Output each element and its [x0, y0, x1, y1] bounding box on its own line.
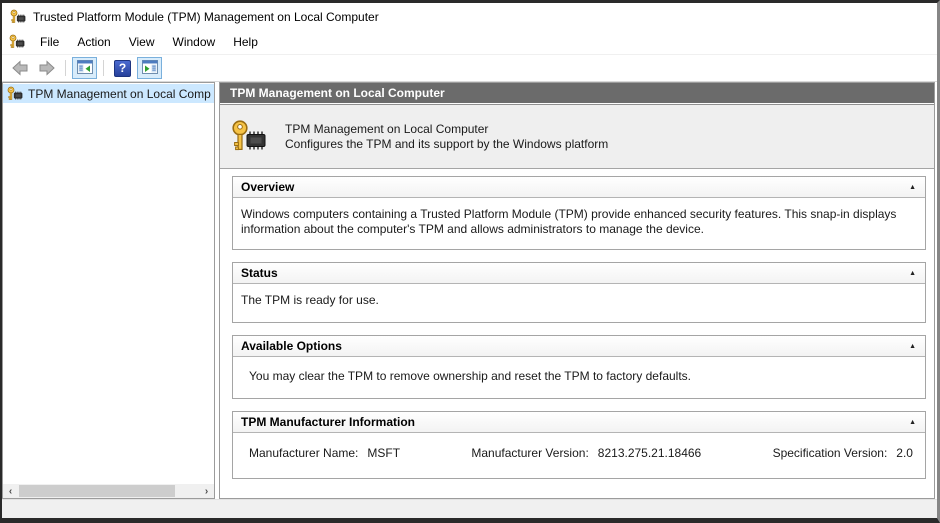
detail-panel: TPM Management on Local Computer TPM Man…	[219, 82, 935, 499]
field-label: Specification Version:	[773, 446, 888, 461]
field-value: MSFT	[367, 446, 400, 461]
scrollbar-thumb[interactable]	[19, 485, 175, 497]
system-menu-key-icon[interactable]	[9, 34, 25, 50]
scroll-right-arrow-icon[interactable]: ›	[199, 484, 214, 498]
detail-header: TPM Management on Local Computer	[220, 83, 934, 104]
tpm-key-chip-icon	[7, 86, 23, 102]
menu-bar: File Action View Window Help	[2, 30, 937, 55]
field-label: Manufacturer Name:	[249, 446, 358, 461]
show-hide-action-pane-button[interactable]	[137, 57, 162, 79]
section-status-body: The TPM is ready for use.	[233, 284, 925, 322]
section-overview: Overview ▲ Windows computers containing …	[232, 176, 926, 250]
section-manufacturer-info: TPM Manufacturer Information ▲ Manufactu…	[232, 411, 926, 479]
menu-window[interactable]: Window	[164, 32, 225, 52]
tree-horizontal-scrollbar[interactable]: ‹ ›	[3, 484, 214, 498]
scroll-left-arrow-icon[interactable]: ‹	[3, 484, 18, 498]
manufacturer-name-field: Manufacturer Name: MSFT	[249, 446, 400, 461]
banner: TPM Management on Local Computer Configu…	[220, 104, 934, 169]
section-title: Overview	[241, 180, 294, 194]
section-title: TPM Manufacturer Information	[241, 415, 415, 429]
menu-file[interactable]: File	[31, 32, 68, 52]
help-icon: ?	[114, 60, 131, 77]
toolbar-separator	[65, 60, 66, 76]
section-manufacturer-info-body: Manufacturer Name: MSFT Manufacturer Ver…	[233, 433, 925, 478]
banner-text: TPM Management on Local Computer Configu…	[285, 122, 608, 152]
section-title: Available Options	[241, 339, 342, 353]
forward-button[interactable]	[34, 57, 59, 79]
field-label: Manufacturer Version:	[471, 446, 588, 461]
menu-help[interactable]: Help	[224, 32, 267, 52]
section-status-header: Status ▲	[233, 263, 925, 284]
field-value: 2.0	[896, 446, 913, 461]
tree-item-label: TPM Management on Local Comp	[28, 87, 211, 101]
back-arrow-icon	[12, 60, 28, 76]
collapse-arrow-icon[interactable]: ▲	[909, 419, 916, 426]
tpm-key-chip-icon-large	[231, 119, 267, 155]
window-title: Trusted Platform Module (TPM) Management…	[33, 10, 379, 24]
section-overview-body: Windows computers containing a Trusted P…	[233, 198, 925, 249]
section-title: Status	[241, 266, 278, 280]
tree-item-tpm-management[interactable]: TPM Management on Local Comp	[3, 84, 214, 103]
detail-content: Overview ▲ Windows computers containing …	[220, 169, 934, 498]
show-hide-console-tree-icon	[77, 60, 93, 77]
toolbar: ?	[2, 55, 937, 82]
section-overview-header: Overview ▲	[233, 177, 925, 198]
tpm-key-chip-icon	[10, 9, 26, 25]
console-tree-panel: TPM Management on Local Comp ‹ ›	[2, 82, 215, 499]
forward-arrow-icon	[39, 60, 55, 76]
section-available-options-header: Available Options ▲	[233, 336, 925, 357]
status-bar	[2, 499, 937, 518]
section-status: Status ▲ The TPM is ready for use.	[232, 262, 926, 323]
manufacturer-version-field: Manufacturer Version: 8213.275.21.18466	[471, 446, 701, 461]
section-manufacturer-info-header: TPM Manufacturer Information ▲	[233, 412, 925, 433]
scrollbar-track[interactable]	[18, 484, 199, 498]
section-available-options-body: You may clear the TPM to remove ownershi…	[233, 357, 925, 398]
tpm-mmc-window: Trusted Platform Module (TPM) Management…	[0, 0, 940, 523]
field-value: 8213.275.21.18466	[598, 446, 701, 461]
main-area: TPM Management on Local Comp ‹ › TPM Man…	[2, 82, 937, 499]
title-bar: Trusted Platform Module (TPM) Management…	[2, 3, 937, 30]
banner-title: TPM Management on Local Computer	[285, 122, 608, 137]
menu-action[interactable]: Action	[68, 32, 119, 52]
back-button[interactable]	[7, 57, 32, 79]
show-hide-console-tree-button[interactable]	[72, 57, 97, 79]
banner-subtitle: Configures the TPM and its support by th…	[285, 137, 608, 152]
menu-view[interactable]: View	[120, 32, 164, 52]
collapse-arrow-icon[interactable]: ▲	[909, 184, 916, 191]
show-hide-action-pane-icon	[142, 60, 158, 77]
toolbar-separator	[103, 60, 104, 76]
section-available-options: Available Options ▲ You may clear the TP…	[232, 335, 926, 399]
collapse-arrow-icon[interactable]: ▲	[909, 343, 916, 350]
specification-version-field: Specification Version: 2.0	[773, 446, 913, 461]
help-button[interactable]: ?	[110, 57, 135, 79]
collapse-arrow-icon[interactable]: ▲	[909, 270, 916, 277]
